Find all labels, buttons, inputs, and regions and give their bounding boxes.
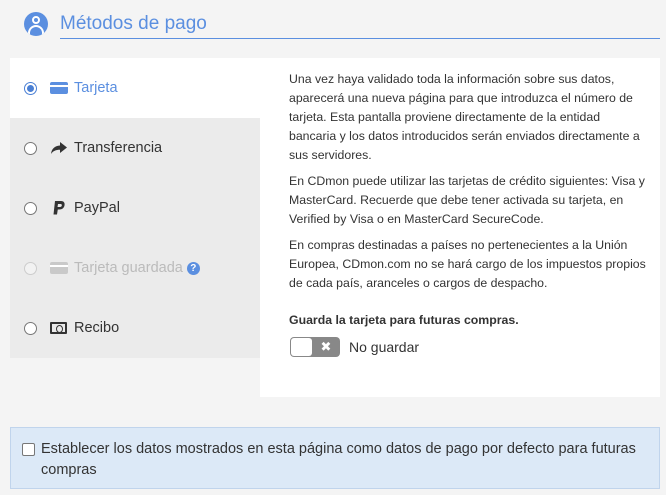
close-icon: ✖ (320, 339, 332, 354)
title-underline (60, 38, 660, 39)
method-paypal[interactable]: PayPal (10, 178, 260, 238)
paypal-icon (49, 200, 69, 216)
toggle-knob (291, 338, 312, 356)
page-header: Métodos de pago (24, 10, 660, 38)
credit-card-icon (49, 260, 69, 276)
info-paragraph: En compras destinadas a países no perten… (289, 238, 646, 290)
save-card-title: Guarda la tarjeta para futuras compras. (289, 313, 519, 327)
share-arrow-icon (49, 140, 69, 156)
default-payment-checkbox[interactable] (22, 443, 35, 456)
bill-icon (49, 320, 69, 336)
method-label: PayPal (74, 200, 120, 216)
radio-recibo[interactable] (24, 322, 37, 335)
method-label: Tarjeta guardada (74, 260, 183, 276)
radio-transferencia[interactable] (24, 142, 37, 155)
method-tarjeta[interactable]: Tarjeta (10, 58, 260, 118)
method-label: Transferencia (74, 140, 163, 156)
save-card-toggle[interactable]: ✖ (290, 337, 340, 357)
page-title: Métodos de pago (60, 13, 207, 34)
radio-tarjeta[interactable] (24, 82, 37, 95)
payment-methods-list: Tarjeta Transferencia PayPal Tarjeta gua… (10, 58, 260, 358)
method-label: Tarjeta (74, 80, 118, 96)
default-payment-label[interactable]: Establecer los datos mostrados en esta p… (41, 439, 641, 481)
help-icon[interactable]: ? (186, 262, 200, 275)
credit-card-icon (49, 80, 69, 96)
user-circle-icon (24, 12, 48, 36)
method-transferencia[interactable]: Transferencia (10, 118, 260, 178)
toggle-label: No guardar (349, 339, 420, 355)
method-tarjeta-guardada: Tarjeta guardada? (10, 238, 260, 298)
info-paragraph: Una vez haya validado toda la informació… (289, 72, 640, 162)
radio-tarjeta-guardada (24, 262, 37, 275)
method-recibo[interactable]: Recibo (10, 298, 260, 358)
method-details-panel: Una vez haya validado toda la informació… (260, 58, 660, 397)
default-payment-option: Establecer los datos mostrados en esta p… (10, 427, 660, 489)
radio-paypal[interactable] (24, 202, 37, 215)
info-paragraph: En CDmon puede utilizar las tarjetas de … (289, 174, 645, 226)
method-label-with-help: Tarjeta guardada? (74, 259, 200, 277)
method-label: Recibo (74, 320, 120, 336)
